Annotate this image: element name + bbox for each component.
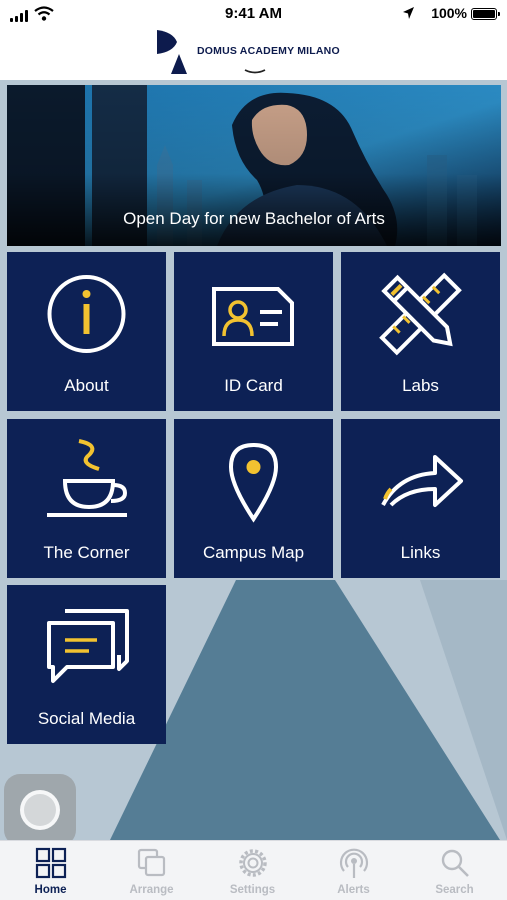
share-arrow-icon: [381, 455, 463, 507]
brand-name: DOMUS ACADEMY MILANO: [197, 45, 340, 57]
stack-icon: [137, 848, 166, 877]
home-grid-area: Open Day for new Bachelor of Arts About …: [0, 80, 507, 840]
tile-social-media[interactable]: Social Media: [7, 585, 166, 744]
chat-bubbles-icon: [47, 609, 129, 683]
tile-id-card[interactable]: ID Card: [174, 252, 333, 411]
coffee-cup-icon: [47, 439, 128, 517]
banner-title: Open Day for new Bachelor of Arts: [123, 209, 385, 228]
pull-down-handle-icon[interactable]: [244, 69, 266, 74]
map-pin-icon: [228, 442, 279, 523]
battery-percent: 100%: [431, 5, 467, 21]
tab-label: Home: [34, 884, 67, 896]
grid-icon: [35, 847, 67, 879]
location-arrow-icon: [403, 7, 414, 19]
tab-bar: Home Arrange Settings Alerts Search: [0, 840, 507, 900]
tile-label: Campus Map: [202, 543, 305, 562]
tile-labs[interactable]: Labs: [341, 252, 500, 411]
tile-label: The Corner: [43, 543, 130, 562]
tab-label: Alerts: [337, 884, 370, 896]
broadcast-icon: [339, 848, 369, 878]
ruler-pencil-icon: [379, 272, 462, 356]
tile-label: Links: [400, 543, 441, 562]
tile-campus-map[interactable]: Campus Map: [174, 419, 333, 578]
tab-label: Search: [435, 884, 474, 896]
tile-label: Social Media: [37, 709, 136, 728]
status-bar: 9:41 AM 100%: [0, 0, 507, 28]
id-card-icon: [212, 287, 294, 346]
tile-links[interactable]: Links: [341, 419, 500, 578]
open-day-banner[interactable]: Open Day for new Bachelor of Arts: [7, 85, 501, 246]
gear-icon: [239, 849, 267, 877]
tab-settings[interactable]: Settings: [202, 841, 303, 900]
tile-label: ID Card: [224, 376, 283, 395]
tile-about[interactable]: About: [7, 252, 166, 411]
tile-the-corner[interactable]: The Corner: [7, 419, 166, 578]
domus-logo-icon: [157, 30, 187, 74]
assistive-touch-button[interactable]: [4, 774, 76, 846]
battery-icon: [471, 8, 500, 20]
tab-label: Settings: [229, 884, 276, 896]
search-icon: [441, 849, 469, 877]
info-icon: [47, 275, 126, 353]
tile-label: About: [64, 376, 109, 395]
tile-label: Labs: [402, 376, 439, 395]
tab-alerts[interactable]: Alerts: [303, 841, 404, 900]
app-header: DOMUS ACADEMY MILANO: [0, 28, 507, 80]
assistive-touch-icon: [20, 790, 60, 830]
tab-label: Arrange: [129, 884, 174, 896]
tab-home[interactable]: Home: [0, 841, 101, 900]
tab-search[interactable]: Search: [404, 841, 505, 900]
tab-arrange[interactable]: Arrange: [101, 841, 202, 900]
